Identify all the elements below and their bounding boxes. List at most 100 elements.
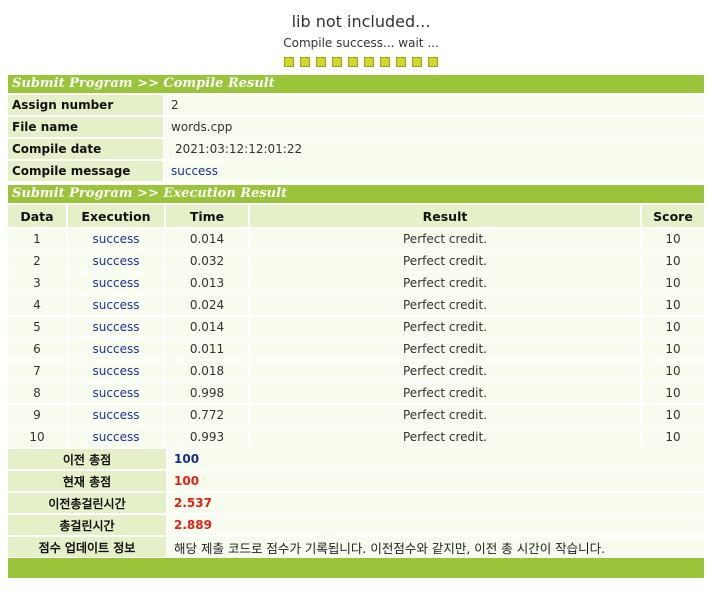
compile-status-text: Compile success... wait ... (283, 36, 439, 50)
progress-dot (380, 57, 390, 67)
previous-time-label: 이전총걸린시간 (8, 493, 166, 513)
execution-status-link[interactable]: success (68, 229, 164, 249)
progress-dot (300, 57, 310, 67)
execution-row: 4 success 0.024 Perfect credit. 10 (8, 295, 704, 315)
assign-number-value: 2 (165, 95, 704, 115)
execution-row: 10 success 0.993 Perfect credit. 10 (8, 427, 704, 447)
data-cell: 10 (8, 427, 66, 447)
score-cell: 10 (642, 229, 704, 249)
progress-dot (284, 57, 294, 67)
execution-status-link[interactable]: success (68, 339, 164, 359)
data-cell: 9 (8, 405, 66, 425)
data-cell: 1 (8, 229, 66, 249)
execution-status-link[interactable]: success (68, 295, 164, 315)
current-total-row: 현재 총점 100 (8, 471, 704, 491)
execution-row: 3 success 0.013 Perfect credit. 10 (8, 273, 704, 293)
time-cell: 0.024 (166, 295, 248, 315)
score-cell: 10 (642, 273, 704, 293)
previous-total-value: 100 (168, 449, 704, 469)
total-time-row: 총걸린시간 2.889 (8, 515, 704, 535)
data-cell: 7 (8, 361, 66, 381)
data-cell: 5 (8, 317, 66, 337)
time-cell: 0.014 (166, 229, 248, 249)
result-cell: Perfect credit. (250, 427, 640, 447)
score-cell: 10 (642, 251, 704, 271)
score-cell: 10 (642, 405, 704, 425)
assign-number-label: Assign number (8, 95, 163, 115)
data-cell: 3 (8, 273, 66, 293)
update-info-row: 점수 업데이트 정보 해당 제출 코드로 점수가 기록됩니다. 이전점수와 같지… (8, 537, 704, 557)
progress-dot (364, 57, 374, 67)
score-summary-table: 이전 총점 100 현재 총점 100 이전총걸린시간 2.537 총걸린시간 … (6, 447, 706, 559)
time-cell: 0.014 (166, 317, 248, 337)
previous-total-row: 이전 총점 100 (8, 449, 704, 469)
previous-time-value: 2.537 (168, 493, 704, 513)
data-cell: 2 (8, 251, 66, 271)
compile-date-row: Compile date 2021:03:12:12:01:22 (8, 139, 704, 159)
execution-row: 6 success 0.011 Perfect credit. 10 (8, 339, 704, 359)
current-total-label: 현재 총점 (8, 471, 166, 491)
execution-status-link[interactable]: success (68, 273, 164, 293)
execution-row: 7 success 0.018 Perfect credit. 10 (8, 361, 704, 381)
execution-row: 8 success 0.998 Perfect credit. 10 (8, 383, 704, 403)
execution-row: 1 success 0.014 Perfect credit. 10 (8, 229, 704, 249)
time-cell: 0.013 (166, 273, 248, 293)
data-cell: 6 (8, 339, 66, 359)
previous-time-row: 이전총걸린시간 2.537 (8, 493, 704, 513)
score-cell: 10 (642, 317, 704, 337)
time-cell: 0.011 (166, 339, 248, 359)
score-cell: 10 (642, 361, 704, 381)
total-time-label: 총걸린시간 (8, 515, 166, 535)
time-cell: 0.998 (166, 383, 248, 403)
column-header-execution: Execution (68, 205, 164, 227)
execution-status-link[interactable]: success (68, 383, 164, 403)
score-cell: 10 (642, 383, 704, 403)
total-time-value: 2.889 (168, 515, 704, 535)
time-cell: 0.018 (166, 361, 248, 381)
compile-message-link[interactable]: success (165, 161, 704, 181)
footer-bar (8, 558, 704, 578)
execution-status-link[interactable]: success (68, 427, 164, 447)
update-info-label: 점수 업데이트 정보 (8, 537, 166, 557)
execution-row: 9 success 0.772 Perfect credit. 10 (8, 405, 704, 425)
result-cell: Perfect credit. (250, 295, 640, 315)
result-cell: Perfect credit. (250, 339, 640, 359)
score-cell: 10 (642, 427, 704, 447)
progress-dot (316, 57, 326, 67)
result-cell: Perfect credit. (250, 229, 640, 249)
result-cell: Perfect credit. (250, 251, 640, 271)
progress-dot (348, 57, 358, 67)
compile-result-header: Submit Program >> Compile Result (8, 75, 704, 93)
progress-dot (332, 57, 342, 67)
assign-number-row: Assign number 2 (8, 95, 704, 115)
compile-result-table: Assign number 2 File name words.cpp Comp… (6, 93, 706, 183)
execution-status-link[interactable]: success (68, 251, 164, 271)
result-cell: Perfect credit. (250, 317, 640, 337)
current-total-value: 100 (168, 471, 704, 491)
execution-status-link[interactable]: success (68, 405, 164, 425)
time-cell: 0.032 (166, 251, 248, 271)
execution-status-link[interactable]: success (68, 361, 164, 381)
execution-header-row: Data Execution Time Result Score (8, 205, 704, 227)
column-header-score: Score (642, 205, 704, 227)
result-cell: Perfect credit. (250, 405, 640, 425)
progress-indicator (0, 57, 722, 67)
progress-dot (428, 57, 438, 67)
execution-result-header: Submit Program >> Execution Result (8, 185, 704, 203)
compile-date-value: 2021:03:12:12:01:22 (165, 139, 704, 159)
execution-status-link[interactable]: success (68, 317, 164, 337)
result-cell: Perfect credit. (250, 361, 640, 381)
compile-message-label: Compile message (8, 161, 163, 181)
score-cell: 10 (642, 339, 704, 359)
update-info-value: 해당 제출 코드로 점수가 기록됩니다. 이전점수와 같지만, 이전 총 시간이… (168, 537, 704, 557)
execution-result-table: Data Execution Time Result Score 1 succes… (6, 203, 706, 449)
column-header-result: Result (250, 205, 640, 227)
time-cell: 0.772 (166, 405, 248, 425)
previous-total-label: 이전 총점 (8, 449, 166, 469)
data-cell: 8 (8, 383, 66, 403)
execution-row: 2 success 0.032 Perfect credit. 10 (8, 251, 704, 271)
page-title: lib not included... (291, 12, 431, 31)
data-cell: 4 (8, 295, 66, 315)
execution-row: 5 success 0.014 Perfect credit. 10 (8, 317, 704, 337)
progress-dot (412, 57, 422, 67)
